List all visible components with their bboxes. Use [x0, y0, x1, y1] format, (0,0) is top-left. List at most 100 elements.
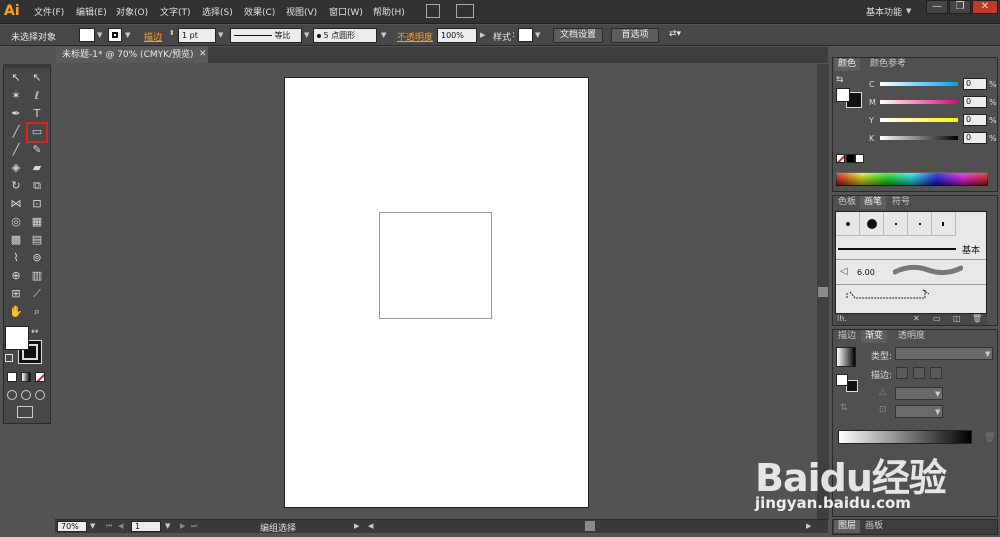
slider-c-value[interactable]: 0	[963, 78, 987, 90]
magic-wand-tool-icon[interactable]: ✶	[7, 87, 25, 104]
hand-tool-icon[interactable]: ✋	[7, 303, 25, 320]
pencil-tool-icon[interactable]: ✎	[28, 141, 46, 158]
brush-swatch-large[interactable]	[860, 212, 884, 236]
symbol-sprayer-tool-icon[interactable]: ⊕	[7, 267, 25, 284]
paintbrush-tool-icon[interactable]: ╱	[7, 141, 25, 158]
eraser-tool-icon[interactable]: ▰	[28, 159, 46, 176]
tab-symbols[interactable]: 符号	[888, 196, 914, 209]
menu-help[interactable]: 帮助(H)	[373, 5, 405, 18]
width-tool-icon[interactable]: ⋈	[7, 195, 25, 212]
stroke-along-icon[interactable]	[913, 367, 925, 379]
color-mode-icon[interactable]	[7, 372, 17, 382]
swap-fill-stroke-icon[interactable]: ↔	[31, 327, 45, 339]
slider-m-value[interactable]: 0	[963, 96, 987, 108]
panel-fill-box[interactable]	[836, 88, 850, 102]
slider-y-track[interactable]	[880, 118, 958, 122]
scroll-right-icon[interactable]: ▶	[806, 522, 811, 530]
none-mode-icon[interactable]	[35, 372, 45, 382]
shape-builder-tool-icon[interactable]: ◎	[7, 213, 25, 230]
tab-brushes[interactable]: 画笔	[860, 196, 887, 209]
arrange-documents-icon[interactable]	[456, 4, 474, 18]
fill-color-swatch[interactable]	[79, 28, 95, 42]
stroke-label[interactable]: 描边	[144, 30, 162, 43]
opacity-chevron-icon[interactable]: ▶	[480, 31, 485, 39]
workspace-chevron-icon[interactable]: ▼	[906, 7, 911, 15]
blend-tool-icon[interactable]: ⊚	[28, 249, 46, 266]
none-swatch[interactable]	[836, 154, 845, 163]
slider-m-track[interactable]	[880, 100, 958, 104]
menu-window[interactable]: 窗口(W)	[329, 5, 363, 18]
lasso-tool-icon[interactable]: ℓ	[28, 87, 46, 104]
panel-options-icon[interactable]: ⇄▾	[669, 29, 681, 39]
draw-behind-icon[interactable]	[21, 390, 31, 400]
draw-inside-icon[interactable]	[35, 390, 45, 400]
rotate-tool-icon[interactable]: ↻	[7, 177, 25, 194]
zoom-tool-icon[interactable]: ⌕	[28, 303, 46, 320]
brush-options-icon[interactable]: ▭	[933, 314, 941, 323]
menu-type[interactable]: 文字(T)	[160, 5, 191, 18]
default-colors-icon[interactable]	[5, 354, 13, 362]
white-swatch[interactable]	[855, 154, 864, 163]
artboard-tool-icon[interactable]: ⊞	[7, 285, 25, 302]
document-setup-button[interactable]: 文档设置	[553, 28, 603, 43]
direct-selection-tool-icon[interactable]: ↖	[28, 69, 46, 86]
slice-tool-icon[interactable]: ⟋	[28, 285, 46, 302]
gradient-type-chevron-icon[interactable]: ▼	[985, 350, 990, 358]
bristle-brush-stroke[interactable]	[893, 262, 963, 278]
slider-c-track[interactable]	[880, 82, 958, 86]
slider-y-value[interactable]: 0	[963, 114, 987, 126]
graphic-style-swatch[interactable]	[518, 28, 533, 42]
rectangle-shape[interactable]	[379, 212, 492, 319]
stroke-stepper-icon[interactable]: ⬍	[169, 29, 175, 37]
gradient-mode-icon[interactable]	[21, 372, 31, 382]
menu-edit[interactable]: 编辑(E)	[76, 5, 107, 18]
maximize-button[interactable]: ❐	[949, 0, 971, 14]
remove-stroke-icon[interactable]: ✕	[913, 314, 920, 323]
free-transform-tool-icon[interactable]: ⊡	[28, 195, 46, 212]
new-brush-icon[interactable]: ◫	[953, 314, 961, 323]
brush-libraries-icon[interactable]: lh.	[837, 314, 847, 323]
prev-artboard-icon[interactable]: ◀	[118, 522, 123, 530]
brush-swatch-dot[interactable]	[884, 212, 908, 236]
mesh-tool-icon[interactable]: ▩	[7, 231, 25, 248]
swap-colors-icon[interactable]: ⇆	[836, 75, 844, 85]
gradient-type-dropdown[interactable]	[895, 347, 993, 360]
tab-gradient[interactable]: 渐变	[861, 330, 888, 343]
stroke-weight-field[interactable]: 1 pt	[178, 28, 216, 43]
stroke-weight-chevron-icon[interactable]: ▼	[218, 31, 223, 39]
stroke-within-icon[interactable]	[896, 367, 908, 379]
menu-file[interactable]: 文件(F)	[34, 5, 64, 18]
tab-layers[interactable]: 图层	[834, 520, 861, 533]
stroke-chevron-icon[interactable]: ▼	[125, 31, 130, 39]
tab-stroke[interactable]: 描边	[834, 330, 860, 343]
status-menu-icon[interactable]: ▶	[354, 522, 359, 530]
artboard-chevron-icon[interactable]: ▼	[165, 522, 170, 530]
close-button[interactable]: ✕	[972, 0, 998, 14]
stroke-across-icon[interactable]	[930, 367, 942, 379]
stroke-profile-chevron-icon[interactable]: ▼	[304, 31, 309, 39]
slider-k-value[interactable]: 0	[963, 132, 987, 144]
artboard-number-field[interactable]: 1	[131, 521, 161, 532]
brush-chevron-icon[interactable]: ▼	[381, 31, 386, 39]
opacity-label[interactable]: 不透明度	[397, 30, 433, 43]
delete-stop-icon[interactable]: 🗑	[984, 433, 995, 443]
screen-mode-icon[interactable]	[17, 406, 33, 418]
stroke-profile-dropdown[interactable]: 等比	[230, 28, 302, 43]
minimize-button[interactable]: —	[926, 0, 948, 14]
brush-definition-dropdown[interactable]: 5 点圆形	[313, 28, 377, 43]
brush-swatch-tiny[interactable]	[908, 212, 932, 236]
fill-box[interactable]	[5, 326, 29, 350]
tools-panel-grip[interactable]	[3, 64, 51, 68]
selection-tool-icon[interactable]: ↖	[7, 69, 25, 86]
brush-swatch-angled[interactable]	[932, 212, 956, 236]
scroll-left-icon[interactable]: ◀	[368, 522, 373, 530]
tab-artboards[interactable]: 画板	[861, 520, 887, 533]
angle-chevron-icon[interactable]: ▼	[935, 390, 940, 398]
gradient-tool-icon[interactable]: ▤	[28, 231, 46, 248]
vertical-scrollbar-thumb[interactable]	[818, 287, 828, 297]
fill-chevron-icon[interactable]: ▼	[97, 31, 102, 39]
scale-tool-icon[interactable]: ⧉	[28, 177, 46, 194]
menu-object[interactable]: 对象(O)	[116, 5, 148, 18]
column-graph-tool-icon[interactable]: ▥	[28, 267, 46, 284]
document-tab[interactable]: 未标题-1* @ 70% (CMYK/预览)	[56, 47, 208, 63]
